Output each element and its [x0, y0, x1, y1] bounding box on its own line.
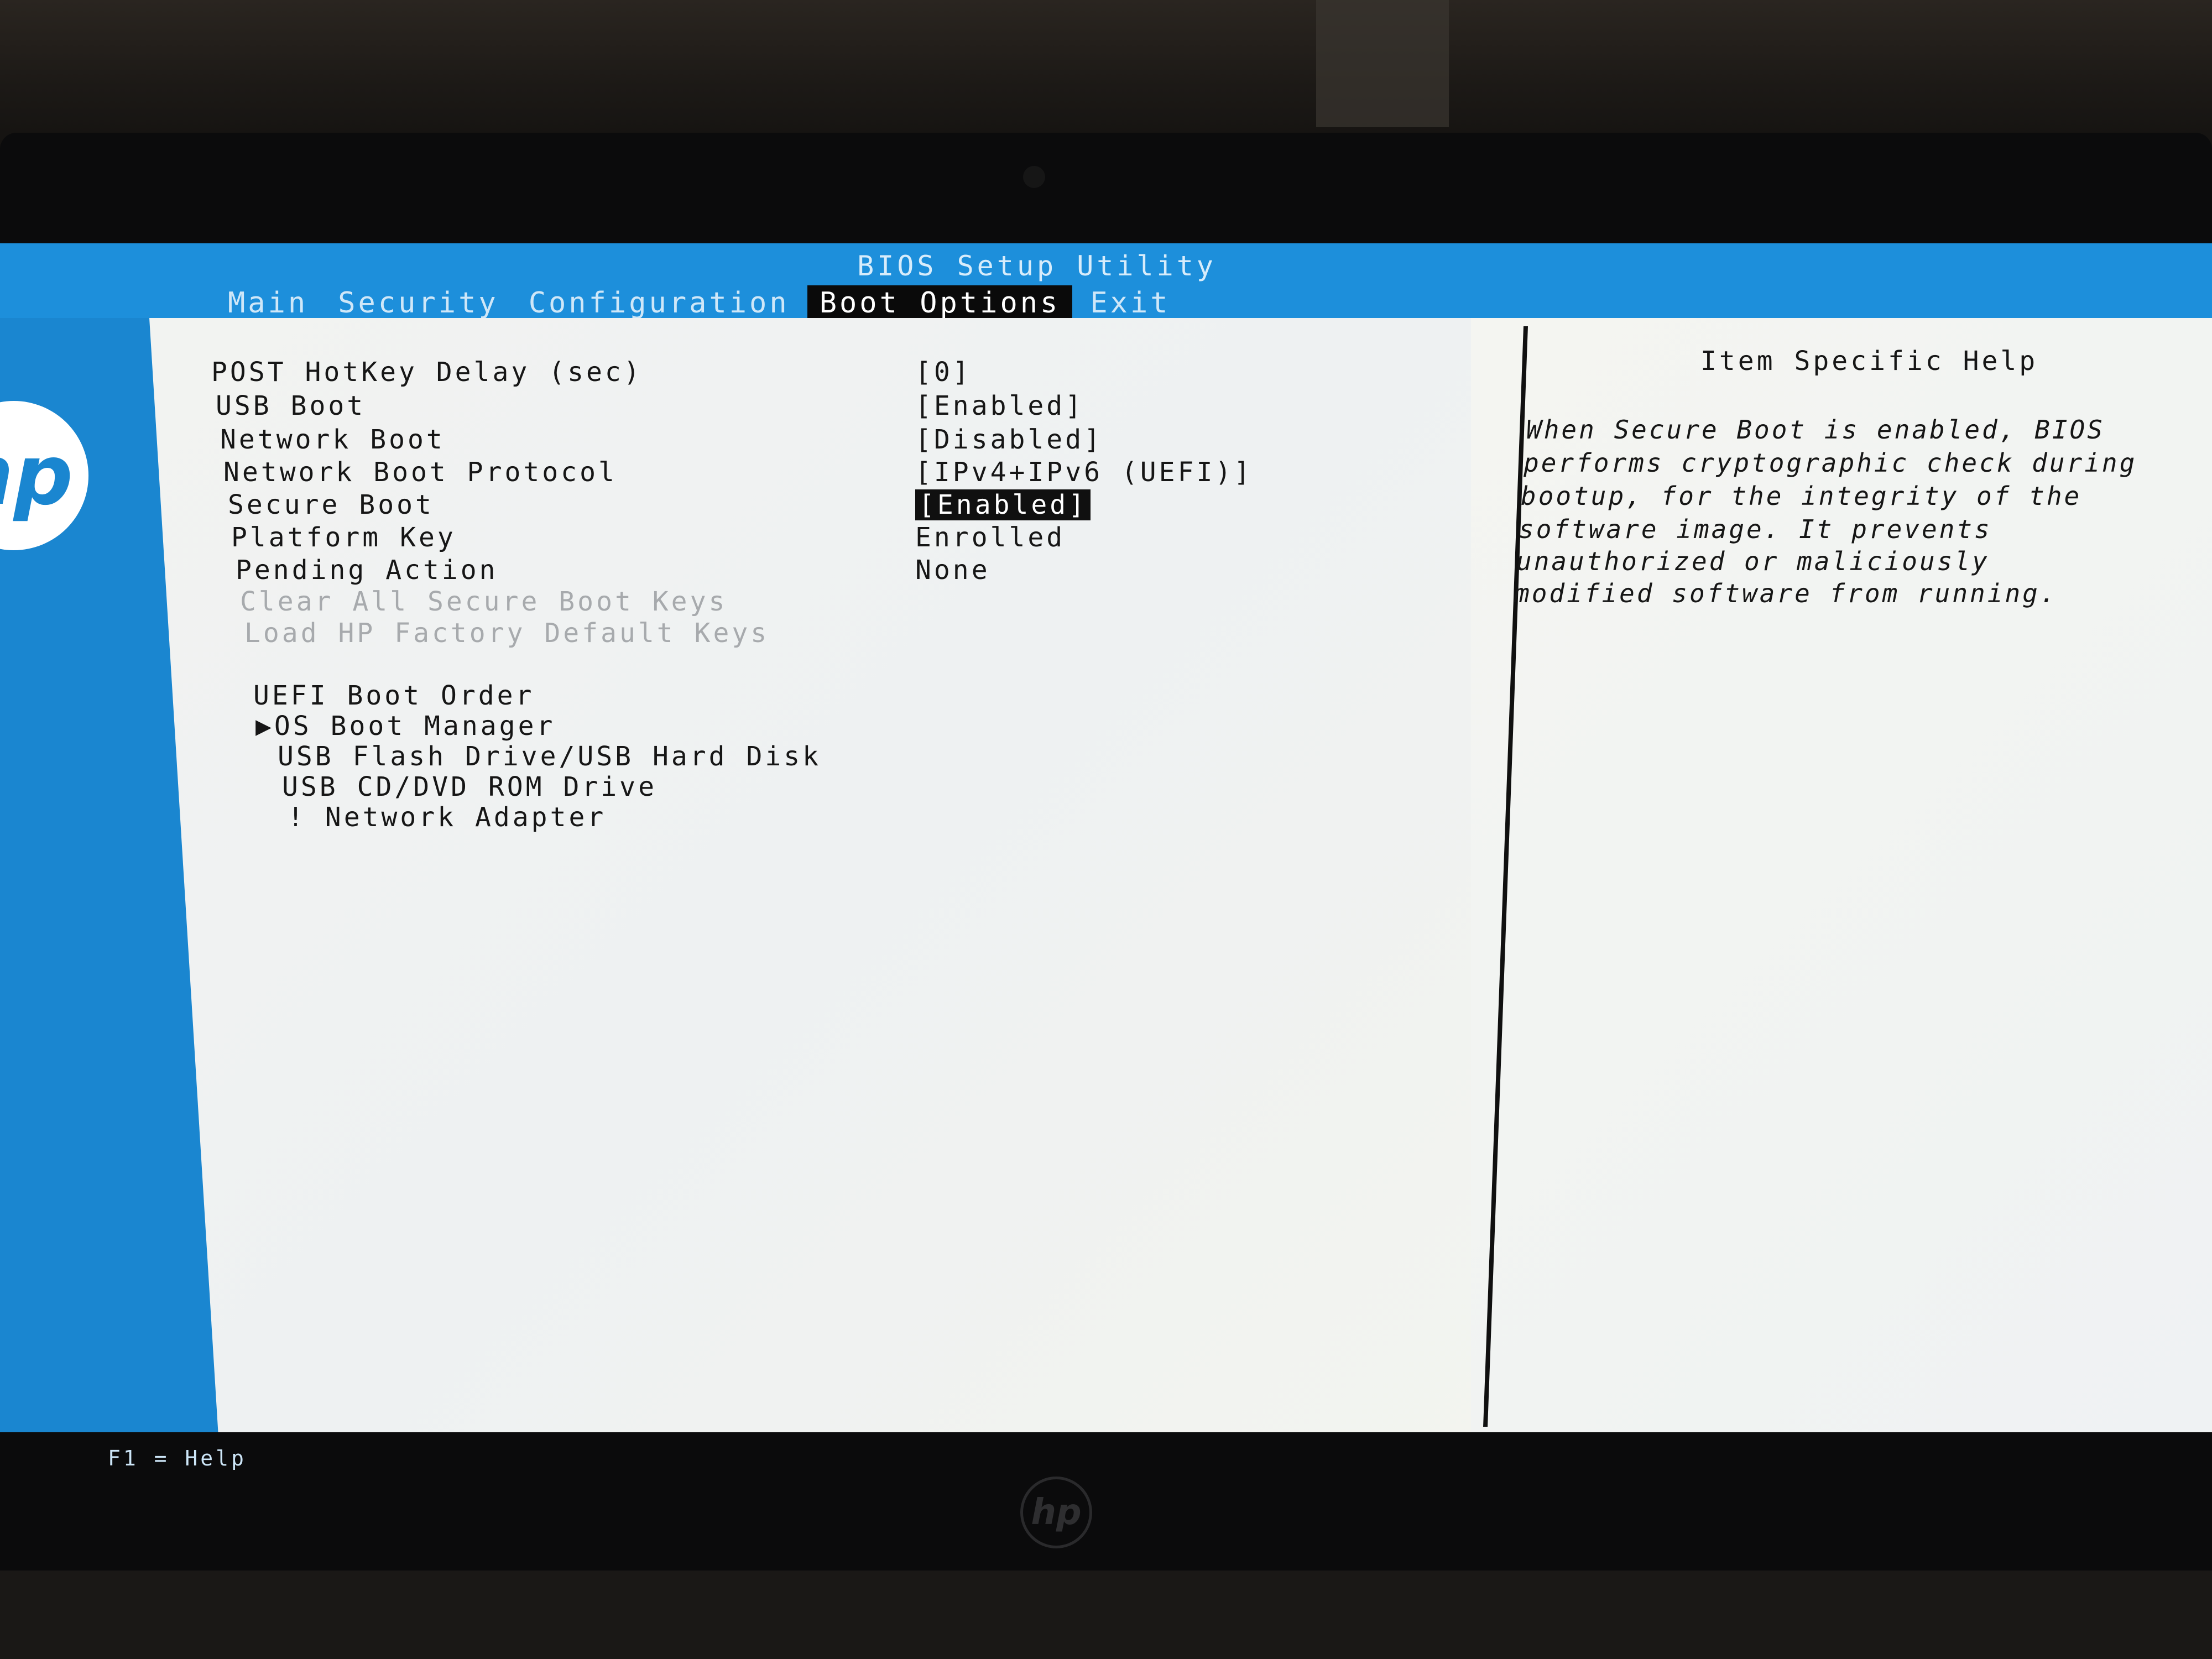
help-line: modified software from running. [1514, 578, 2058, 608]
menu-bar: Main Security Configuration Boot Options… [216, 285, 1188, 321]
menu-security[interactable]: Security [326, 285, 510, 321]
menu-configuration[interactable]: Configuration [517, 285, 802, 321]
boot-item-os-boot-manager[interactable]: ▶OS Boot Manager [255, 711, 555, 742]
value-pending-action: None [915, 555, 990, 586]
help-line: performs cryptographic check during [1524, 448, 2137, 478]
setting-platform-key: Platform Key [231, 522, 456, 553]
setting-clear-secure-boot-keys: Clear All Secure Boot Keys [240, 586, 728, 617]
boot-item-network-adapter[interactable]: ! Network Adapter [288, 802, 606, 833]
help-title: Item Specific Help [1700, 346, 2038, 377]
f1-help-hint: F1 = Help [108, 1446, 247, 1470]
setting-pending-action: Pending Action [236, 555, 498, 586]
value-platform-key: Enrolled [915, 522, 1066, 553]
setting-network-boot[interactable]: Network Boot [220, 424, 445, 455]
setting-secure-boot[interactable]: Secure Boot [228, 489, 434, 520]
menu-boot-options[interactable]: Boot Options [807, 285, 1073, 321]
value-network-boot-protocol[interactable]: [IPv4+IPv6 (UEFI)] [915, 457, 1253, 488]
help-line: bootup, for the integrity of the [1521, 481, 2082, 511]
menu-exit[interactable]: Exit [1078, 285, 1182, 321]
value-secure-boot[interactable]: [Enabled] [915, 489, 1091, 520]
boot-item-usb-cd-dvd[interactable]: USB CD/DVD ROM Drive [282, 771, 657, 802]
menu-main[interactable]: Main [216, 285, 320, 321]
bezel-hp-logo: hp [1020, 1477, 1092, 1548]
bios-title: BIOS Setup Utility [857, 250, 1217, 282]
room-background [0, 0, 2212, 144]
value-network-boot[interactable]: [Disabled] [915, 424, 1103, 455]
laptop-hinge [0, 1571, 2212, 1659]
value-post-hotkey-delay[interactable]: [0] [915, 357, 972, 388]
value-usb-boot[interactable]: [Enabled] [915, 390, 1084, 421]
setting-network-boot-protocol[interactable]: Network Boot Protocol [223, 457, 617, 488]
boot-item-usb-flash[interactable]: USB Flash Drive/USB Hard Disk [278, 741, 821, 772]
setting-load-factory-keys: Load HP Factory Default Keys [244, 618, 770, 649]
boot-order-heading: UEFI Boot Order [253, 680, 535, 711]
help-line: unauthorized or maliciously [1516, 546, 1990, 576]
room-window [1316, 0, 1449, 127]
help-line: When Secure Boot is enabled, BIOS [1526, 415, 2105, 445]
bios-header: BIOS Setup Utility Main Security Configu… [0, 243, 2212, 321]
webcam [1023, 166, 1045, 188]
setting-post-hotkey-delay[interactable]: POST HotKey Delay (sec) [211, 357, 643, 388]
hp-logo: hp [0, 401, 88, 550]
setting-usb-boot[interactable]: USB Boot [216, 390, 366, 421]
help-line: software image. It prevents [1519, 514, 1992, 544]
